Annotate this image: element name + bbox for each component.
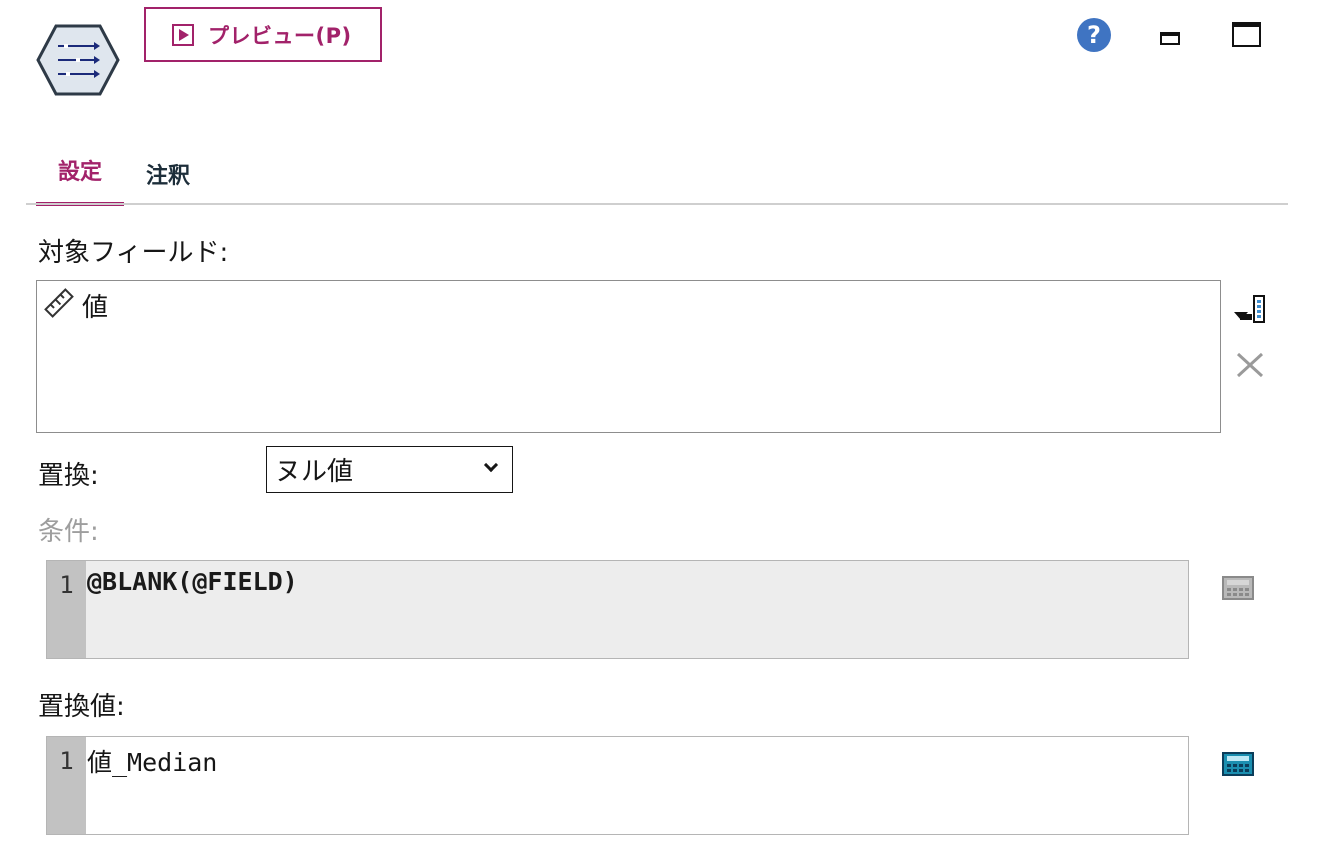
help-icon[interactable]: ? — [1077, 18, 1111, 52]
preview-button[interactable]: プレビュー(P) — [144, 7, 382, 62]
filler-node-icon — [36, 24, 120, 96]
target-fields-list[interactable] — [36, 280, 1221, 433]
chevron-down-icon — [483, 457, 499, 473]
minimize-icon[interactable] — [1160, 32, 1180, 45]
tab-annotations[interactable]: 注釈 — [124, 148, 212, 206]
line-number: 1 — [47, 561, 86, 658]
expression-builder-icon — [1222, 576, 1254, 600]
condition-label: 条件: — [38, 517, 99, 547]
field-name: 値 — [82, 292, 109, 323]
replace-label: 置換: — [38, 461, 99, 491]
tab-settings[interactable]: 設定 — [36, 148, 124, 206]
continuous-field-icon — [42, 286, 76, 324]
target-fields-label: 対象フィールド: — [38, 238, 229, 268]
tab-divider — [26, 203, 1288, 205]
replace-select[interactable]: ヌル値 — [266, 446, 513, 493]
condition-editor[interactable]: 1 @BLANK(@FIELD) — [46, 560, 1189, 659]
replace-with-editor[interactable]: 1 値_Median — [46, 736, 1189, 835]
maximize-icon[interactable] — [1232, 22, 1261, 47]
line-number: 1 — [47, 737, 86, 834]
expression-builder-icon[interactable] — [1222, 752, 1254, 776]
list-item[interactable]: 値 — [42, 286, 108, 324]
play-icon — [172, 23, 194, 46]
replace-select-value: ヌル値 — [275, 457, 354, 487]
preview-button-label: プレビュー(P) — [208, 23, 352, 48]
remove-icon[interactable] — [1234, 350, 1266, 380]
condition-code[interactable]: @BLANK(@FIELD) — [86, 561, 1188, 658]
field-picker-icon[interactable] — [1234, 294, 1266, 324]
replace-with-label: 置換値: — [38, 692, 125, 722]
replace-with-code[interactable]: 値_Median — [86, 737, 1188, 834]
